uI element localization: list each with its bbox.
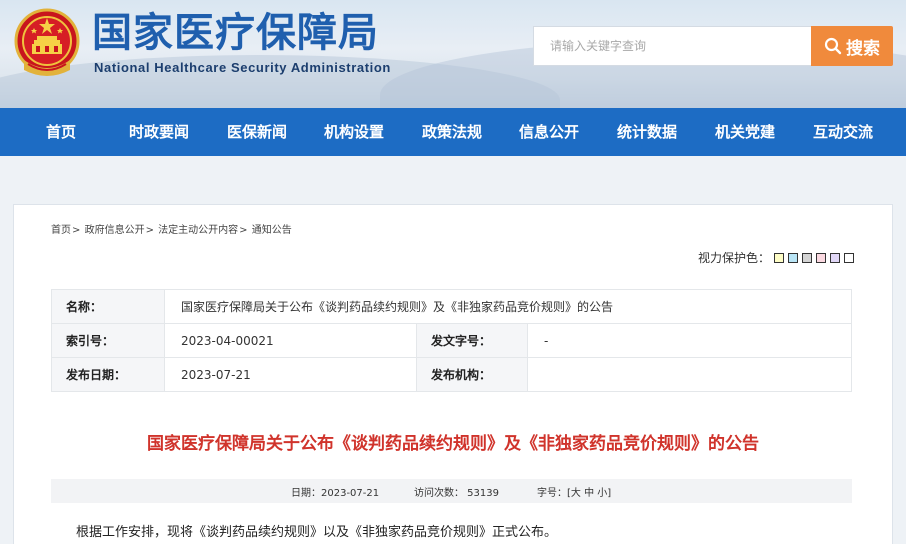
name-label: 名称： [51, 289, 165, 324]
breadcrumb-home[interactable]: 首页 [51, 225, 71, 236]
nav-item-home[interactable]: 首页 [46, 108, 76, 156]
search-button-label: 搜索 [846, 38, 880, 59]
publish-date-label: 发布日期： [51, 357, 165, 392]
table-row: 发布日期： 2023-07-21 发布机构： [51, 357, 852, 392]
breadcrumb: 首页> 政府信息公开> 法定主动公开内容> 通知公告 [51, 221, 293, 236]
color-swatch-purple[interactable] [830, 252, 840, 263]
nav-item-interaction[interactable]: 互动交流 [813, 108, 873, 156]
main-nav: 首页 时政要闻 医保新闻 机构设置 政策法规 信息公开 统计数据 机关党建 互动… [0, 108, 906, 156]
nav-item-organization[interactable]: 机构设置 [324, 108, 384, 156]
national-emblem-icon [14, 8, 80, 76]
site-header: 国家医疗保障局 National Healthcare Security Adm… [0, 0, 906, 108]
color-swatch-blue[interactable] [788, 252, 798, 263]
site-title: 国家医疗保障局 [92, 10, 379, 56]
name-value: 国家医疗保障局关于公布《谈判药品续约规则》及《非独家药品竞价规则》的公告 [164, 289, 852, 324]
article-body-paragraph: 根据工作安排，现将《谈判药品续约规则》以及《非独家药品竞价规则》正式公布。 [76, 525, 558, 540]
nav-item-info-disclosure[interactable]: 信息公开 [519, 108, 579, 156]
publishing-org-label: 发布机构： [416, 357, 528, 392]
nav-item-healthcare-news[interactable]: 医保新闻 [227, 108, 287, 156]
breadcrumb-separator: > [145, 225, 154, 236]
publish-date-value: 2023-07-21 [164, 357, 417, 392]
visit-count: 访问次数： 53139 [414, 488, 499, 499]
color-swatch-gray[interactable] [802, 252, 812, 263]
font-size-control: 字号：[大 中 小] [537, 484, 611, 499]
article-container: 首页> 政府信息公开> 法定主动公开内容> 通知公告 视力保护色： 名称： 国家… [13, 204, 893, 544]
color-swatch-white[interactable] [844, 252, 854, 263]
color-swatch-yellow[interactable] [774, 252, 784, 263]
color-swatch-pink[interactable] [816, 252, 826, 263]
breadcrumb-separator: > [239, 225, 248, 236]
breadcrumb-notices[interactable]: 通知公告 [252, 225, 292, 236]
eye-protect-label: 视力保护色： [697, 251, 770, 265]
breadcrumb-mandatory-disclosure[interactable]: 法定主动公开内容 [158, 225, 238, 236]
font-size-close: ] [607, 488, 612, 499]
article-meta-bar: 日期：2023-07-21 访问次数： 53139 字号：[大 中 小] [51, 479, 852, 503]
search-box [533, 26, 811, 66]
nav-item-current-affairs[interactable]: 时政要闻 [129, 108, 189, 156]
table-row: 索引号： 2023-04-00021 发文字号： - [51, 323, 852, 358]
search-button[interactable]: 搜索 [811, 26, 893, 66]
font-size-small[interactable]: 小 [597, 488, 607, 499]
nav-item-policies[interactable]: 政策法规 [422, 108, 482, 156]
site-subtitle: National Healthcare Security Administrat… [94, 60, 391, 75]
eye-protect-colors: 视力保护色： [698, 249, 854, 266]
article-title: 国家医疗保障局关于公布《谈判药品续约规则》及《非独家药品竞价规则》的公告 [147, 434, 759, 454]
document-info-table: 名称： 国家医疗保障局关于公布《谈判药品续约规则》及《非独家药品竞价规则》的公告… [51, 289, 852, 392]
nav-item-statistics[interactable]: 统计数据 [617, 108, 677, 156]
doc-number-value: - [527, 323, 852, 358]
doc-number-label: 发文字号： [416, 323, 528, 358]
article-date: 日期：2023-07-21 [291, 488, 380, 499]
search-icon [824, 37, 842, 55]
nav-item-party-building[interactable]: 机关党建 [715, 108, 775, 156]
breadcrumb-gov-info[interactable]: 政府信息公开 [85, 225, 145, 236]
index-value: 2023-04-00021 [164, 323, 417, 358]
breadcrumb-separator: > [72, 225, 81, 236]
publishing-org-value [527, 357, 852, 392]
search-input[interactable] [534, 27, 811, 65]
index-label: 索引号： [51, 323, 165, 358]
font-size-medium[interactable]: 中 [584, 488, 594, 499]
font-size-large[interactable]: 大 [571, 488, 581, 499]
table-row: 名称： 国家医疗保障局关于公布《谈判药品续约规则》及《非独家药品竞价规则》的公告 [51, 289, 852, 324]
font-size-label: 字号：[ [537, 488, 571, 499]
